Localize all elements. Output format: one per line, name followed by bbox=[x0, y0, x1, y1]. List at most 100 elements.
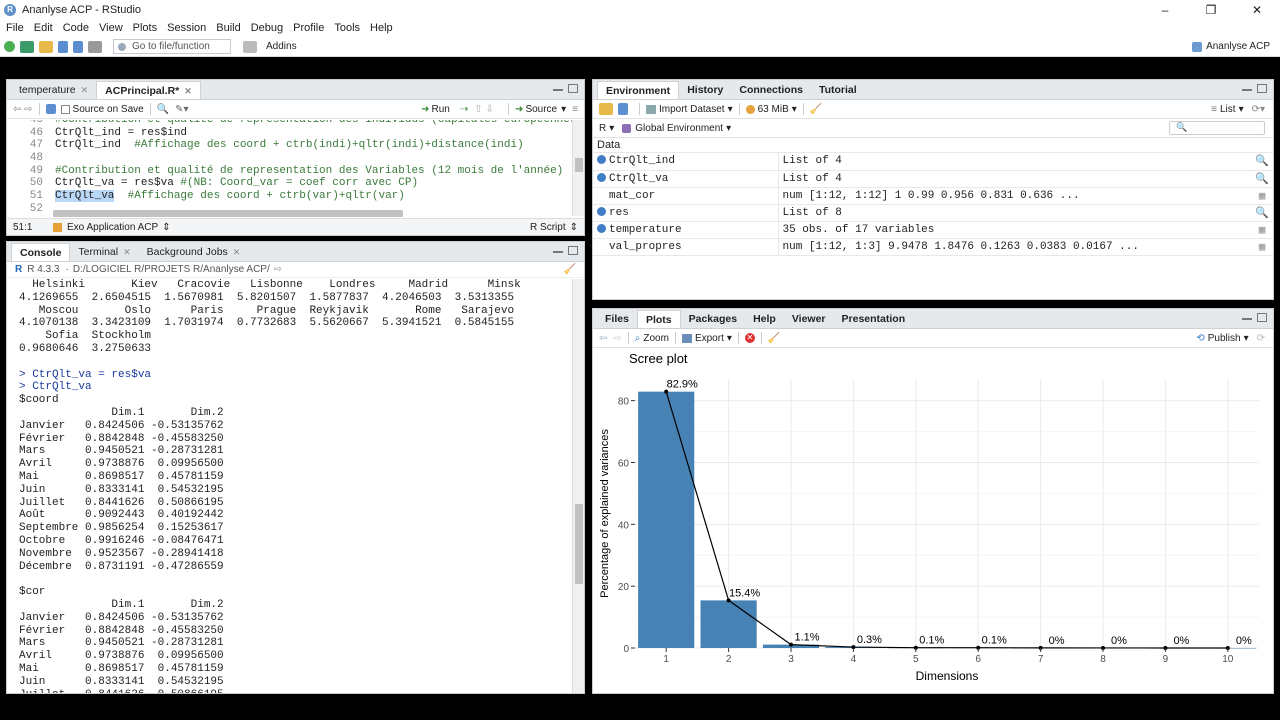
addins-menu[interactable]: Addins bbox=[266, 41, 297, 52]
go-up-icon[interactable]: ⇧ bbox=[474, 104, 482, 115]
environment-row[interactable]: CtrQlt_ind List of 4 🔍 bbox=[593, 153, 1273, 171]
environment-row[interactable]: temperature 35 obs. of 17 variables ▦ bbox=[593, 221, 1273, 239]
minimize-pane-icon[interactable] bbox=[1242, 313, 1252, 320]
expand-arrow-icon[interactable] bbox=[597, 206, 606, 216]
console-output[interactable]: Helsinki Kiev Cracovie Lisbonne Londres … bbox=[7, 279, 572, 693]
back-arrow-icon[interactable]: ⇦ ⇨ bbox=[13, 104, 33, 115]
expand-arrow-icon[interactable] bbox=[597, 172, 606, 182]
save-icon[interactable] bbox=[58, 40, 68, 53]
close-tab-icon[interactable]: ✕ bbox=[81, 81, 89, 99]
menu-tools[interactable]: Tools bbox=[332, 22, 362, 34]
save-file-icon[interactable] bbox=[45, 104, 56, 114]
tab-history[interactable]: History bbox=[679, 81, 731, 99]
code-line[interactable]: 47 CtrQlt_ind #Affichage des coord + ctrb… bbox=[7, 139, 572, 152]
minimize-pane-icon[interactable] bbox=[553, 246, 563, 253]
editor-horizontal-scrollbar[interactable] bbox=[53, 210, 403, 217]
menu-edit[interactable]: Edit bbox=[32, 22, 55, 34]
view-search-icon[interactable]: 🔍 bbox=[1247, 170, 1273, 188]
go-down-icon[interactable]: ⇩ bbox=[486, 104, 494, 115]
environment-scope-selector[interactable]: Global Environment bbox=[635, 123, 723, 134]
menu-build[interactable]: Build bbox=[214, 22, 242, 34]
file-type-selector[interactable]: R Script bbox=[530, 222, 566, 233]
import-dataset-button[interactable]: Import Dataset bbox=[659, 104, 725, 115]
close-tab-icon[interactable]: ✕ bbox=[233, 243, 241, 261]
environment-row[interactable]: val_propres num [1:12, 1:3] 9.9478 1.8476… bbox=[593, 238, 1273, 256]
view-grid-icon[interactable]: ▦ bbox=[1247, 187, 1273, 205]
close-tab-icon[interactable]: ✕ bbox=[123, 243, 131, 261]
view-mode-selector[interactable]: List bbox=[1220, 104, 1236, 115]
run-button[interactable]: Run bbox=[432, 104, 450, 115]
workspace-panes-icon[interactable] bbox=[243, 40, 257, 53]
scope-selector[interactable]: Exo Application ACP bbox=[67, 222, 158, 233]
environment-row[interactable]: mat_cor num [1:12, 1:12] 1 0.99 0.956 0.8… bbox=[593, 187, 1273, 205]
save-all-icon[interactable] bbox=[73, 40, 83, 53]
menu-view[interactable]: View bbox=[97, 22, 125, 34]
tab-connections[interactable]: Connections bbox=[731, 81, 811, 99]
language-selector[interactable]: R bbox=[599, 123, 606, 134]
expand-arrow-icon[interactable] bbox=[597, 223, 606, 233]
menu-code[interactable]: Code bbox=[61, 22, 91, 34]
view-grid-icon[interactable]: ▦ bbox=[1247, 221, 1273, 239]
code-line[interactable]: 50 CtrQlt_va = res$va #(NB: Coord_var = c… bbox=[7, 177, 572, 190]
code-line[interactable]: 51 CtrQlt_va #Affichage des coord + ctrb(… bbox=[7, 190, 572, 203]
save-workspace-icon[interactable] bbox=[618, 103, 628, 115]
export-button[interactable]: Export bbox=[695, 333, 724, 344]
tab-background-jobs[interactable]: Background Jobs ✕ bbox=[139, 243, 249, 261]
clear-workspace-icon[interactable]: 🧹 bbox=[810, 104, 822, 115]
menu-help[interactable]: Help bbox=[368, 22, 395, 34]
environment-row[interactable]: res List of 8 🔍 bbox=[593, 204, 1273, 222]
close-tab-icon[interactable]: ✕ bbox=[184, 82, 192, 100]
menu-debug[interactable]: Debug bbox=[249, 22, 285, 34]
maximize-pane-icon[interactable] bbox=[1257, 313, 1267, 322]
close-button[interactable]: ✕ bbox=[1234, 3, 1280, 17]
minimize-pane-icon[interactable] bbox=[1242, 84, 1252, 91]
code-line[interactable]: 49 #Contribution et qualité de representa… bbox=[7, 165, 572, 178]
clear-plots-icon[interactable]: 🧹 bbox=[768, 333, 780, 344]
environment-search-input[interactable]: 🔍 bbox=[1169, 121, 1265, 135]
tab-files[interactable]: Files bbox=[597, 310, 637, 328]
tab-presentation[interactable]: Presentation bbox=[834, 310, 914, 328]
clear-console-icon[interactable]: 🧹 bbox=[564, 264, 576, 275]
maximize-pane-icon[interactable] bbox=[568, 84, 578, 93]
code-editor[interactable]: 45 #Contribution et qualité de représenta… bbox=[7, 120, 572, 216]
menu-file[interactable]: File bbox=[4, 22, 26, 34]
previous-plot-icon[interactable]: ⇦ bbox=[599, 333, 607, 344]
rerun-icon[interactable]: ⇢ bbox=[460, 104, 468, 115]
tab-plots[interactable]: Plots bbox=[636, 310, 681, 328]
tab-help[interactable]: Help bbox=[745, 310, 784, 328]
tab-tutorial[interactable]: Tutorial bbox=[811, 81, 865, 99]
menu-session[interactable]: Session bbox=[165, 22, 208, 34]
source-on-save-checkbox[interactable] bbox=[60, 104, 70, 114]
tab-viewer[interactable]: Viewer bbox=[784, 310, 834, 328]
editor-vertical-scrollbar[interactable] bbox=[572, 120, 584, 216]
source-button[interactable]: Source bbox=[525, 104, 557, 115]
new-file-icon[interactable] bbox=[4, 41, 15, 52]
menu-profile[interactable]: Profile bbox=[291, 22, 326, 34]
goto-dir-icon[interactable]: ⇨ bbox=[274, 264, 282, 275]
code-tools-icon[interactable]: ✎▾ bbox=[175, 104, 188, 115]
next-plot-icon[interactable]: ⇨ bbox=[613, 333, 621, 344]
code-line[interactable]: 46 CtrQlt_ind = res$ind bbox=[7, 127, 572, 140]
tab-terminal[interactable]: Terminal ✕ bbox=[70, 243, 138, 261]
tab-console[interactable]: Console bbox=[11, 243, 71, 261]
maximize-pane-icon[interactable] bbox=[568, 246, 578, 255]
working-directory[interactable]: D:/LOGICIEL R/PROJETS R/Ananlyse ACP/ bbox=[73, 264, 270, 275]
remove-plot-icon[interactable]: ✕ bbox=[744, 333, 755, 343]
view-search-icon[interactable]: 🔍 bbox=[1247, 204, 1273, 222]
tab-temperature[interactable]: temperature ✕ bbox=[11, 81, 96, 99]
zoom-button[interactable]: Zoom bbox=[643, 333, 669, 344]
tab-environment[interactable]: Environment bbox=[597, 81, 680, 99]
maximize-button[interactable]: ❐ bbox=[1188, 3, 1234, 17]
refresh-plot-icon[interactable]: ⟳ bbox=[1257, 333, 1265, 344]
expand-arrow-icon[interactable] bbox=[597, 155, 606, 165]
code-line[interactable]: 48 bbox=[7, 152, 572, 165]
refresh-icon[interactable]: ⟳▾ bbox=[1252, 104, 1265, 115]
print-icon[interactable] bbox=[88, 40, 102, 53]
console-vertical-scrollbar[interactable] bbox=[572, 279, 584, 693]
view-grid-icon[interactable]: ▦ bbox=[1247, 238, 1273, 256]
code-line[interactable]: 45 #Contribution et qualité de représenta… bbox=[7, 120, 572, 127]
publish-button[interactable]: Publish bbox=[1208, 333, 1241, 344]
view-search-icon[interactable]: 🔍 bbox=[1247, 153, 1273, 171]
open-file-icon[interactable] bbox=[39, 40, 53, 53]
minimize-pane-icon[interactable] bbox=[553, 84, 563, 91]
